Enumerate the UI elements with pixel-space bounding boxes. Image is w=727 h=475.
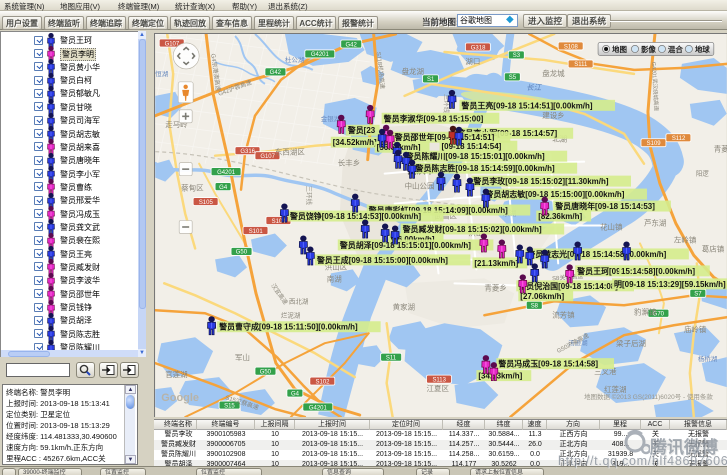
svg-text:建设乡: 建设乡: [542, 110, 564, 120]
svg-text:南湖: 南湖: [327, 273, 342, 283]
svg-text:青菱乡: 青菱乡: [484, 282, 506, 292]
svg-text:[82.36km/h]: [82.36km/h]: [538, 212, 582, 221]
svg-text:警员唐晓年[09-18 15:14:53]: 警员唐晓年[09-18 15:14:53]: [555, 201, 655, 211]
svg-text:青菱乡: 青菱乡: [714, 144, 727, 154]
svg-text:警员曹守成[09-18 15:11:50][0.00km/h: 警员曹守成[09-18 15:11:50][0.00km/h]: [219, 322, 358, 332]
svg-text:长江: 长江: [526, 83, 542, 92]
svg-text:中山公园: 中山公园: [405, 181, 435, 191]
svg-text:地图: 地图: [612, 44, 627, 54]
svg-text:G4201: G4201: [309, 405, 328, 411]
svg-text:[27.06km/h]: [27.06km/h]: [520, 292, 564, 301]
svg-text:黄家湖: 黄家湖: [393, 301, 415, 311]
svg-text:警员冯成玉[09-18 15:14:58]: 警员冯成玉[09-18 15:14:58]: [498, 359, 598, 369]
svg-text:湖口: 湖口: [465, 57, 480, 66]
svg-text:豹澥镇: 豹澥镇: [634, 306, 657, 316]
svg-text:庙岭镇: 庙岭镇: [684, 324, 707, 334]
svg-text:地球: 地球: [695, 44, 710, 54]
svg-text:S15: S15: [224, 403, 235, 409]
svg-text:葛店镇: 葛店镇: [702, 243, 725, 253]
svg-text:G316: G316: [240, 149, 255, 155]
svg-text:警员王亮[09-18 15:14:51][0.00km/h]: 警员王亮[09-18 15:14:51][0.00km/h]: [461, 100, 592, 110]
svg-text:S7: S7: [694, 292, 702, 298]
svg-text:西北湖: 西北湖: [289, 296, 308, 305]
svg-text:G50: G50: [236, 250, 248, 256]
svg-text:梁子后湖: 梁子后湖: [616, 338, 646, 348]
svg-text:G4201: G4201: [217, 170, 236, 176]
svg-text:G4201: G4201: [311, 52, 330, 58]
svg-text:S108: S108: [564, 44, 579, 50]
svg-text:左岭镇: 左岭镇: [674, 234, 697, 244]
svg-text:军山: 军山: [235, 352, 250, 362]
svg-text:红莲湖: 红莲湖: [604, 384, 626, 394]
svg-text:江夏区: 江夏区: [427, 384, 450, 393]
svg-text:G4: G4: [291, 391, 300, 397]
svg-text:S11: S11: [386, 355, 397, 361]
svg-text:S109: S109: [647, 141, 662, 147]
svg-text:S1: S1: [427, 77, 435, 83]
svg-text:G4: G4: [219, 185, 228, 191]
svg-text:影像: 影像: [641, 44, 656, 54]
svg-text:盘龙城: 盘龙城: [542, 68, 565, 78]
svg-text:S105: S105: [199, 200, 214, 206]
svg-text:警员臧发财[09-18 15:15:02][0.00km/h: 警员臧发财[09-18 15:15:02][0.00km/h]: [403, 224, 542, 234]
svg-text:G107: G107: [260, 154, 275, 160]
svg-text:警员胡泽[09-18 15:15:01][0.00km/h]: 警员胡泽[09-18 15:15:01][0.00km/h]: [340, 240, 471, 250]
svg-text:Google: Google: [161, 392, 199, 404]
svg-text:警员[23: 警员[23: [348, 125, 376, 135]
svg-text:警员陈志胜[09-18 15:14:59][0.00km/h: 警员陈志胜[09-18 15:14:59][0.00km/h]: [416, 163, 555, 173]
svg-text:G50: G50: [260, 369, 272, 375]
svg-text:烂泥湖: 烂泥湖: [281, 310, 300, 319]
svg-text:杜公湖: 杜公湖: [285, 55, 304, 64]
svg-text:阳逻: 阳逻: [696, 169, 709, 178]
svg-text:G42: G42: [270, 70, 282, 76]
svg-text:蔡甸区: 蔡甸区: [181, 183, 204, 193]
svg-text:S113: S113: [432, 377, 446, 383]
svg-text:明[09-18 15:13:29][59.15km/h]: 明[09-18 15:13:29][59.15km/h]: [614, 280, 726, 289]
svg-text:[21.13km/h]: [21.13km/h]: [474, 259, 518, 268]
svg-text:芦东湖: 芦东湖: [644, 218, 666, 228]
svg-text:G318: G318: [471, 45, 486, 51]
svg-text:S112: S112: [672, 136, 686, 142]
svg-text:三环线: 三环线: [305, 186, 314, 206]
svg-text:警员李淑华[09-18 15:15:00]: 警员李淑华[09-18 15:15:00]: [384, 113, 484, 123]
svg-text:盘龙湖: 盘龙湖: [402, 66, 424, 76]
svg-text:恒湖: 恒湖: [155, 69, 168, 78]
svg-text:杨桥湖: 杨桥湖: [698, 354, 717, 363]
svg-text:警员胡志敏[09-18 15:15:00][0.00km/h: 警员胡志敏[09-18 15:15:00][0.00km/h]: [485, 189, 624, 199]
svg-text:长丰乡: 长丰乡: [338, 158, 360, 168]
svg-text:[34.52km/h]: [34.52km/h]: [333, 138, 377, 147]
svg-text:S102: S102: [316, 379, 331, 385]
svg-text:G42: G42: [345, 42, 357, 48]
svg-text:警员李玫[09-18 15:15:02][11.30km/h: 警员李玫[09-18 15:15:02][11.30km/h]: [473, 176, 608, 186]
svg-text:警员王成[09-18 15:15:00][0.00km/h]: 警员王成[09-18 15:15:00][0.00km/h]: [317, 255, 448, 265]
svg-text:S3: S3: [513, 53, 521, 59]
svg-text:地图数据 ©2013 GS(2011)6020号 - 使用条: 地图数据 ©2013 GS(2011)6020号 - 使用条款: [584, 392, 713, 401]
svg-text:S8: S8: [531, 304, 539, 310]
svg-text:S111: S111: [574, 62, 588, 68]
svg-text:S101: S101: [249, 229, 264, 235]
svg-text:花山镇: 花山镇: [600, 221, 623, 231]
svg-text:S5: S5: [509, 75, 517, 81]
svg-text:流芳镇: 流芳镇: [552, 309, 575, 319]
svg-text:混合: 混合: [668, 44, 683, 54]
svg-text:警员陈耀川[09-18 15:15:01][0.00km/h: 警员陈耀川[09-18 15:15:01][0.00km/h]: [406, 151, 545, 161]
svg-text:警员王珂[09-: 警员王珂[09-: [577, 266, 623, 276]
svg-text:15:14:58][0.00km/h]: 15:14:58][0.00km/h]: [621, 267, 695, 276]
svg-text:东西湖区: 东西湖区: [275, 147, 305, 157]
svg-text:官莲湖: 官莲湖: [165, 369, 187, 379]
svg-text:警员饶铮[09-18 15:14:53][0.00km/h]: 警员饶铮[09-18 15:14:53][0.00km/h]: [290, 211, 421, 221]
